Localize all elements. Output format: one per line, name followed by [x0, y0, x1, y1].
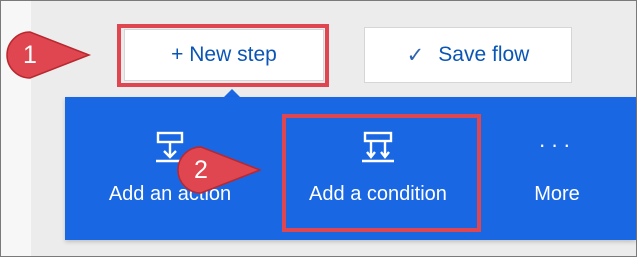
callout-step-2: 2 [176, 145, 264, 195]
new-step-label: + New step [171, 43, 277, 66]
new-step-button[interactable]: + New step [124, 29, 324, 81]
callout-2-number: 2 [194, 155, 208, 184]
more-button[interactable]: ··· More [515, 129, 599, 206]
add-condition-label: Add a condition [309, 183, 447, 205]
more-icon: ··· [538, 132, 576, 157]
callout-1-number: 1 [23, 40, 37, 69]
save-flow-label: Save flow [438, 43, 530, 66]
save-flow-button[interactable]: ✓ Save flow [364, 27, 572, 83]
more-label: More [534, 183, 580, 205]
new-step-menu: Add an action Add a condition ··· More [65, 97, 636, 240]
callout-step-1: 1 [5, 30, 93, 80]
add-condition-icon [359, 129, 397, 169]
add-condition-button[interactable]: Add a condition [293, 129, 463, 206]
checkmark-icon: ✓ [406, 43, 425, 67]
